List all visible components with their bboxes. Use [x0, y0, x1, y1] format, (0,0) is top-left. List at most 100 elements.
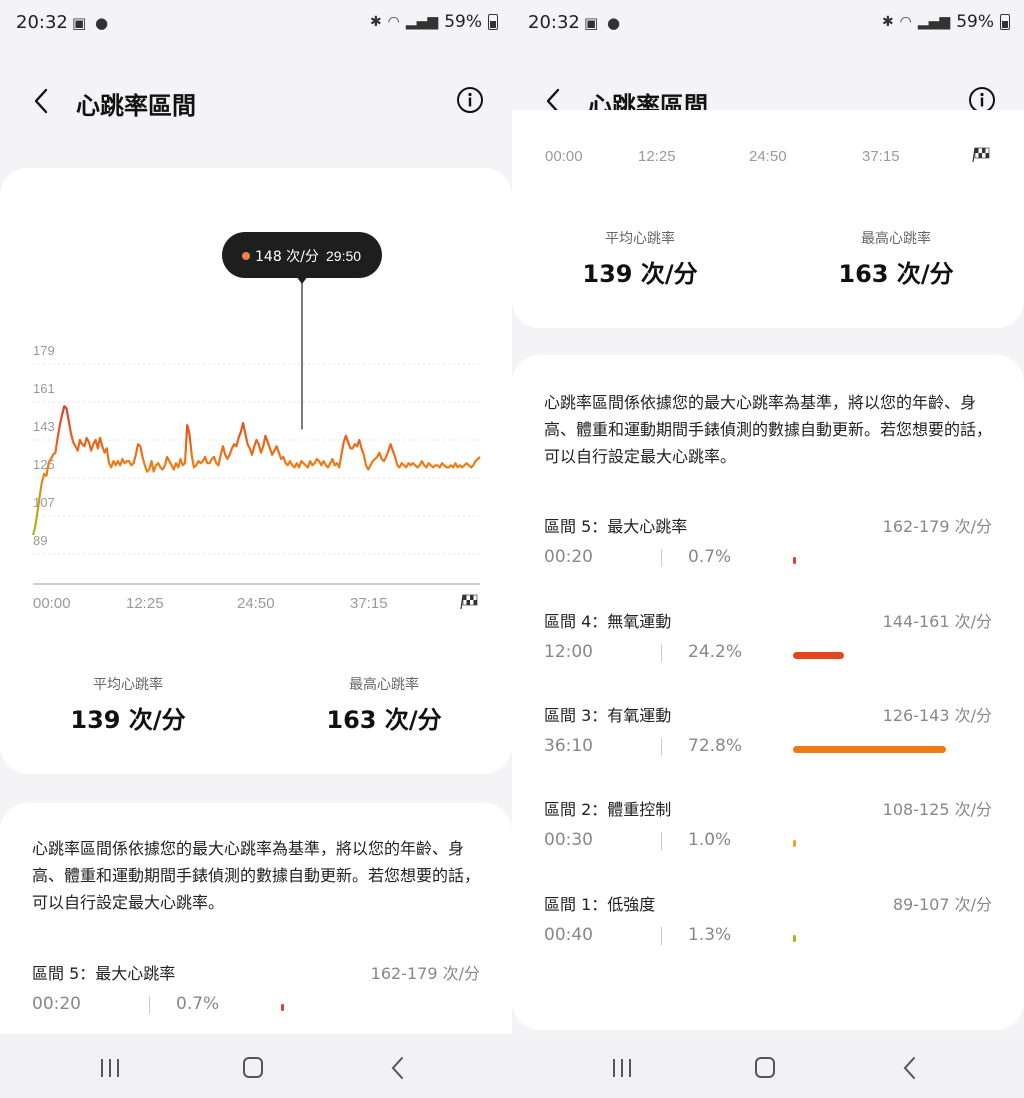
zone-name: 區間 2：體重控制 — [544, 800, 672, 819]
bluetooth-icon: ✱ — [881, 14, 894, 30]
x-tick-label: 37:15 — [862, 148, 900, 165]
zone-row[interactable]: 區間 4：無氧運動 144-161 次/分 12:00 24.2% — [544, 608, 992, 678]
zone-name: 區間 4：無氧運動 — [544, 612, 672, 631]
max-label: 最高心跳率 — [861, 231, 931, 247]
zone-time: 12:00 — [544, 642, 593, 662]
zone-percent: 24.2% — [688, 642, 743, 662]
time-axis: 00:00 12:25 24:50 37:15 — [545, 147, 990, 165]
x-tick-label: 00:00 — [33, 595, 71, 612]
zone-percent: 0.7% — [176, 994, 220, 1014]
nav-bar — [0, 1034, 512, 1098]
zone-divider — [149, 996, 150, 1014]
home-icon[interactable] — [238, 1054, 268, 1082]
x-tick-label: 12:25 — [126, 595, 164, 612]
zone-range: 162-179 次/分 — [370, 964, 480, 983]
zone-percent: 72.8% — [688, 736, 743, 756]
zone-row[interactable]: 區間 5：最大心跳率 162-179 次/分 00:20 0.7% — [32, 960, 480, 1030]
nav-back-icon[interactable] — [383, 1054, 413, 1082]
heart-rate-card: 179 161 143 125 107 89 148 次/分 29:50 00:00 12:25 2… — [0, 168, 512, 774]
avg-value: 139 次/分 — [70, 706, 186, 734]
zone-range: 126-143 次/分 — [882, 706, 992, 725]
battery-percent: 59% — [444, 12, 482, 32]
zone-bar — [281, 1004, 284, 1011]
page-title: 心跳率區間 — [76, 92, 196, 120]
battery-icon — [488, 14, 498, 30]
y-tick-label: 143 — [33, 419, 55, 434]
heart-rate-chart[interactable]: 17916114312510789148 次/分 29:5000:00 12:25 2… — [0, 168, 512, 638]
zone-divider — [661, 738, 662, 756]
lightbulb-icon: ● — [607, 14, 621, 32]
nav-bar — [512, 1034, 1024, 1098]
zone-percent: 0.7% — [688, 547, 732, 567]
signal-icon: ▂▄▆ — [405, 14, 439, 30]
status-time: 20:32 — [528, 12, 580, 33]
recent-apps-icon[interactable] — [95, 1054, 125, 1082]
y-tick-label: 89 — [33, 533, 47, 548]
zone-time: 00:20 — [544, 547, 593, 567]
zone-time: 00:20 — [32, 994, 81, 1014]
max-stat: 最高心跳率 163 次/分 — [284, 674, 484, 735]
x-tick-label: 24:50 — [749, 148, 787, 165]
screen-right: 20:32 ▣ ● ✱ ◠ ▂▄▆ 59% 心跳率區間 00:00 12:25 24… — [512, 0, 1024, 1098]
signal-icon: ▂▄▆ — [917, 14, 951, 30]
zone-name: 區間 1：低強度 — [544, 895, 656, 914]
x-tick-label: 37:15 — [350, 595, 388, 612]
recent-apps-icon[interactable] — [607, 1054, 637, 1082]
x-tick-label: 00:00 — [545, 148, 583, 165]
zone-range: 108-125 次/分 — [882, 800, 992, 819]
tooltip-time: 29:50 — [326, 248, 361, 264]
battery-icon — [1000, 14, 1010, 30]
max-value: 163 次/分 — [838, 260, 954, 288]
gallery-icon: ▣ — [584, 14, 599, 32]
avg-label: 平均心跳率 — [93, 677, 163, 693]
zone-bar — [793, 746, 946, 753]
wifi-icon: ◠ — [387, 14, 400, 30]
avg-value: 139 次/分 — [582, 260, 698, 288]
zones-description: 心跳率區間係依據您的最大心跳率為基準，將以您的年齡、身高、體重和運動期間手錶偵測… — [32, 839, 481, 912]
x-tick-label: 24:50 — [237, 595, 275, 612]
home-icon[interactable] — [750, 1054, 780, 1082]
status-right: ✱ ◠ ▂▄▆ 59% — [882, 12, 1010, 32]
app-bar: 心跳率區間 — [0, 70, 512, 130]
zone-row[interactable]: 區間 5：最大心跳率 162-179 次/分 00:20 0.7% — [544, 513, 992, 583]
gallery-icon: ▣ — [72, 14, 87, 32]
x-tick-label: 12:25 — [638, 148, 676, 165]
avg-stat: 平均心跳率 139 次/分 — [540, 228, 740, 289]
status-time: 20:32 — [16, 12, 68, 33]
status-right: ✱ ◠ ▂▄▆ 59% — [370, 12, 498, 32]
zone-percent: 1.0% — [688, 830, 732, 850]
nav-back-icon[interactable] — [895, 1054, 925, 1082]
wifi-icon: ◠ — [899, 14, 912, 30]
zone-row[interactable]: 區間 2：體重控制 108-125 次/分 00:30 1.0% — [544, 796, 992, 866]
tooltip-dot — [242, 252, 250, 260]
back-chevron-icon[interactable] — [26, 84, 60, 118]
checkered-flag-icon — [972, 147, 990, 163]
zone-row[interactable]: 區間 3：有氧運動 126-143 次/分 36:10 72.8% — [544, 702, 992, 772]
max-label: 最高心跳率 — [349, 677, 419, 693]
y-tick-label: 179 — [33, 343, 55, 358]
zones-card: 心跳率區間係依據您的最大心跳率為基準，將以您的年齡、身高、體重和運動期間手錶偵測… — [512, 355, 1024, 1030]
zone-range: 144-161 次/分 — [882, 612, 992, 631]
zone-name: 區間 5：最大心跳率 — [32, 964, 176, 983]
zone-range: 162-179 次/分 — [882, 517, 992, 536]
zone-divider — [661, 927, 662, 945]
zone-bar — [793, 557, 796, 564]
y-tick-label: 107 — [33, 495, 55, 510]
heart-rate-line — [31, 405, 481, 536]
max-stat: 最高心跳率 163 次/分 — [796, 228, 996, 289]
avg-label: 平均心跳率 — [605, 231, 675, 247]
zone-divider — [661, 832, 662, 850]
zone-percent: 1.3% — [688, 925, 732, 945]
zone-name: 區間 5：最大心跳率 — [544, 517, 688, 536]
y-tick-label: 161 — [33, 381, 55, 396]
info-icon[interactable] — [456, 86, 484, 114]
bluetooth-icon: ✱ — [369, 14, 382, 30]
zone-row[interactable]: 區間 1：低強度 89-107 次/分 00:40 1.3% — [544, 891, 992, 961]
status-bar: 20:32 ▣ ● ✱ ◠ ▂▄▆ 59% — [512, 0, 1024, 46]
max-value: 163 次/分 — [326, 706, 442, 734]
zone-time: 36:10 — [544, 736, 593, 756]
zone-bar — [793, 935, 796, 942]
zone-time: 00:30 — [544, 830, 593, 850]
zone-name: 區間 3：有氧運動 — [544, 706, 672, 725]
zone-time: 00:40 — [544, 925, 593, 945]
